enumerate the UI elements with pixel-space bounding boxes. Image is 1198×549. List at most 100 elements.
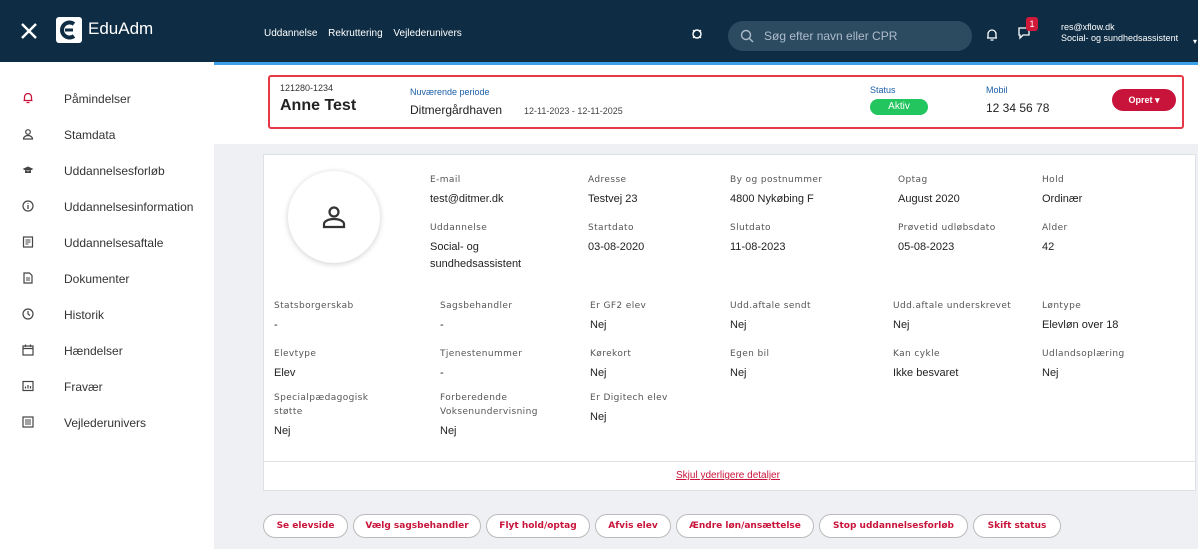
field-label: Udd.aftale underskrevet [893,301,1012,311]
top-bar: EduAdm Uddannelse Rekruttering Vejlederu… [0,0,1198,62]
field-label: Udlandsoplæring [1042,349,1125,359]
status-badge: Aktiv [870,99,928,115]
sidebar-item-label: Historik [64,308,105,322]
document-icon [23,272,33,284]
field-label: Forberedende Voksenundervisning [440,393,538,417]
sidebar-item-label: Hændelser [64,344,123,358]
create-button[interactable]: Opret ▾ [1112,89,1176,111]
field-value: Nej [1042,367,1059,379]
field-label: Uddannelse [430,223,488,233]
field-value: 05-08-2023 [898,241,955,253]
notification-bell-icon[interactable] [985,28,999,42]
nav-vejlederunivers[interactable]: Vejlederunivers [393,28,461,39]
field-value: Ordinær [1042,193,1083,205]
user-menu[interactable]: res@xflow.dk Social- og sundhedsassisten… [1061,22,1197,46]
sidebar-item-label: Uddannelsesforløb [64,164,165,178]
header-accent-line [214,62,1198,65]
status-label: Status [870,85,896,95]
field-value: Nej [730,367,747,379]
field-label: Specialpædagogisk støtte [274,393,369,417]
reject-student-button[interactable]: Afvis elev [595,514,671,538]
field-label: Statsborgerskab [274,301,354,311]
field-label: By og postnummer [730,175,823,185]
app-name: EduAdm [88,19,154,38]
field-value: 42 [1042,241,1055,253]
field-value: 03-08-2020 [588,241,645,253]
field-value: Nej [590,367,607,379]
stop-education-button[interactable]: Stop uddannelsesforløb [819,514,968,538]
field-label: Kan cykle [893,349,940,359]
field-value: Nej [440,425,457,437]
student-name: Anne Test [280,97,357,114]
field-label: Udd.aftale sendt [730,301,811,311]
field-label: Adresse [588,175,627,185]
sidebar-item-uddannelsesinformation[interactable]: Uddannelsesinformation [0,188,214,224]
field-value: Nej [274,425,291,437]
bell-icon [23,92,33,104]
user-role: Social- og sundhedsassistent [1061,33,1179,43]
graduation-cap-icon [22,166,34,173]
sidebar-item-label: Dokumenter [64,272,130,286]
sidebar-item-label: Vejlederunivers [64,416,147,430]
close-icon[interactable] [18,20,40,42]
sidebar-item-stamdata[interactable]: Stamdata [0,116,214,152]
search-input[interactable]: Søg efter navn eller CPR [728,21,972,51]
list-icon [22,416,34,428]
period-dates: 12-11-2023 - 12-11-2025 [524,106,623,116]
field-label: Prøvetid udløbsdato [898,223,996,233]
chevron-down-icon: ▾ [1193,37,1198,46]
field-value: - [440,367,444,379]
sidebar-item-uddannelsesforloeb[interactable]: Uddannelsesforløb [0,152,214,188]
field-label: Tjenestenummer [440,349,523,359]
field-value: Social- og sundhedsassistent [430,241,522,270]
field-value: Nej [590,411,607,423]
clock-icon [22,308,34,320]
field-label: Er Digitech elev [590,393,668,403]
sidebar-item-label: Stamdata [64,128,116,142]
sidebar-item-vejlederunivers[interactable]: Vejlederunivers [0,404,214,440]
field-value: - [440,319,444,331]
mobile-value: 12 34 56 78 [986,101,1050,115]
info-icon [22,200,34,212]
field-value: Nej [730,319,747,331]
field-value: - [274,319,278,331]
sidebar-item-paamindelser[interactable]: Påmindelser [0,80,214,116]
nav-uddannelse[interactable]: Uddannelse [264,28,317,39]
chat-count-badge: 1 [1026,17,1038,31]
move-team-button[interactable]: Flyt hold/optag [486,514,590,538]
sidebar-item-uddannelsesaftale[interactable]: Uddannelsesaftale [0,224,214,260]
hide-details-link[interactable]: Skjul yderligere detaljer [676,470,780,481]
sidebar-item-historik[interactable]: Historik [0,296,214,332]
field-value: Ikke besvaret [893,367,959,379]
period-place: Ditmergårdhaven [410,103,503,117]
sidebar-item-label: Fravær [64,380,103,394]
field-label: Startdato [588,223,634,233]
contract-icon [22,236,34,248]
field-value: August 2020 [898,193,960,205]
person-icon [22,129,34,140]
sidebar: Påmindelser Stamdata Uddannelsesforløb U… [0,62,214,549]
field-value: Nej [590,319,607,331]
logo-icon [56,17,82,43]
field-value: 4800 Nykøbing F [730,193,814,205]
change-salary-button[interactable]: Ændre løn/ansættelse [676,514,814,538]
see-student-page-button[interactable]: Se elevside [263,514,348,538]
sidebar-item-haendelser[interactable]: Hændelser [0,332,214,368]
student-summary: 121280-1234 Anne Test Nuværende periode … [268,75,1184,129]
field-value: Nej [893,319,910,331]
change-status-button[interactable]: Skift status [973,514,1061,538]
field-label: Optag [898,175,928,185]
field-label: E-mail [430,175,461,185]
choose-case-worker-button[interactable]: Vælg sagsbehandler [353,514,481,538]
sidebar-item-label: Påmindelser [64,92,131,106]
search-placeholder: Søg efter navn eller CPR [764,29,898,43]
field-label: Egen bil [730,349,770,359]
field-value: Elev [274,367,296,379]
field-label: Elevtype [274,349,317,359]
nav-rekruttering[interactable]: Rekruttering [328,28,382,39]
sidebar-item-fravaer[interactable]: Fravær [0,368,214,404]
sidebar-item-label: Uddannelsesaftale [64,236,164,250]
sidebar-item-dokumenter[interactable]: Dokumenter [0,260,214,296]
bug-report-icon[interactable] [690,27,704,41]
search-icon [740,29,754,43]
